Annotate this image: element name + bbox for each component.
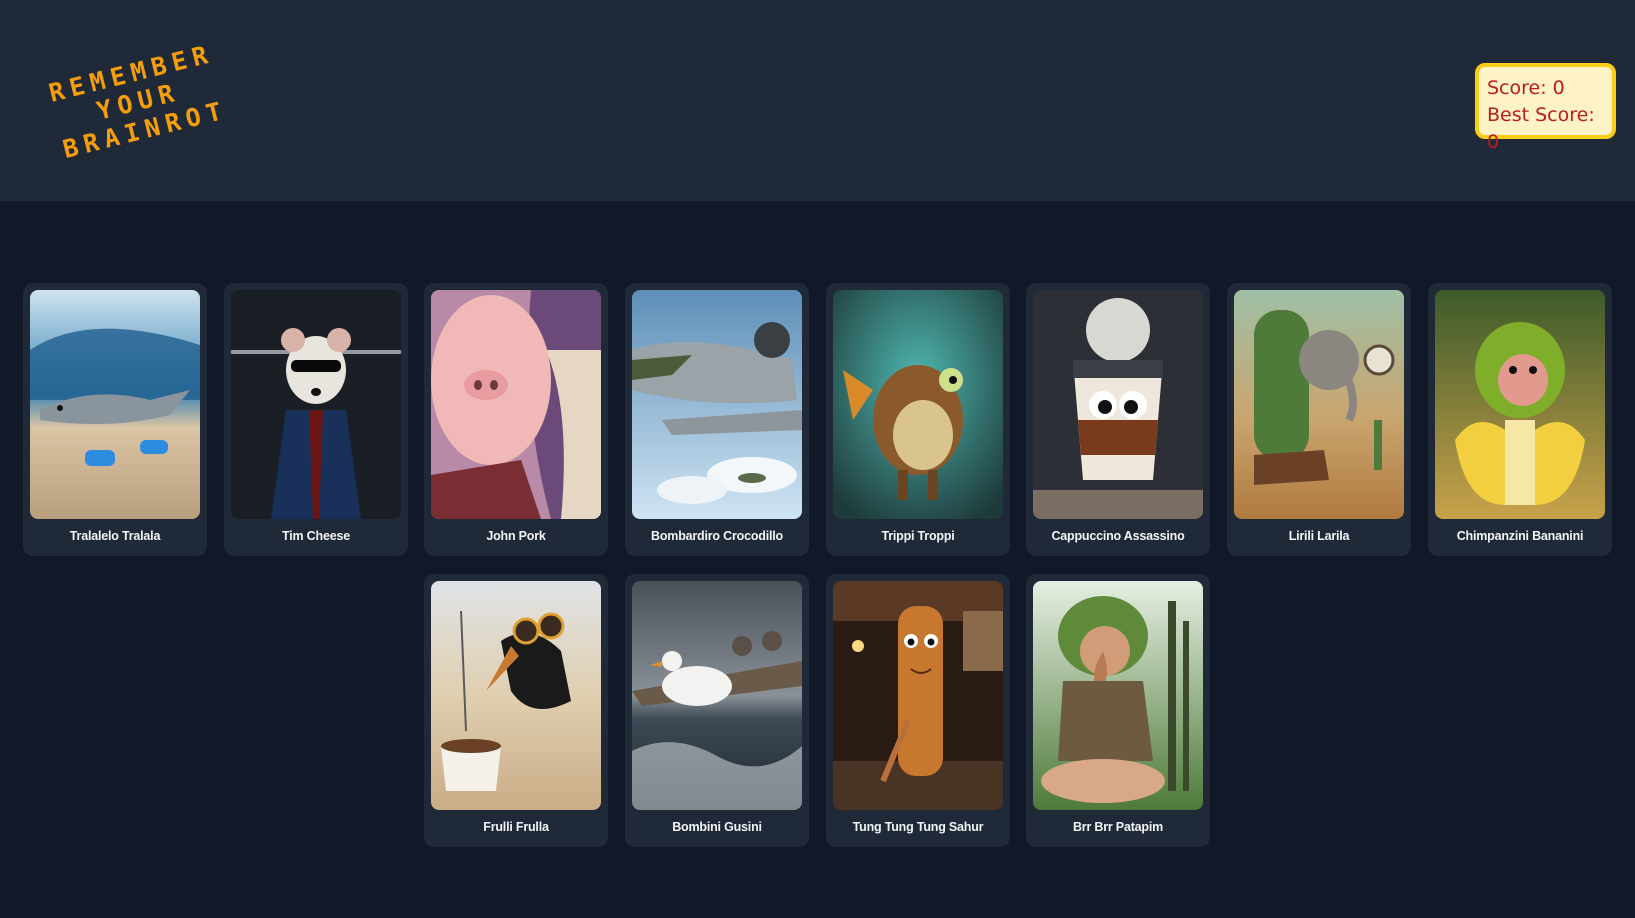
card-trippi-troppi[interactable]: Trippi Troppi	[826, 283, 1010, 556]
card-name: Lirili Larila	[1288, 529, 1350, 543]
card-frulli-frulla[interactable]: Frulli Frulla	[424, 574, 608, 847]
game-logo: REMEMBER YOUR BRAINROT	[16, 11, 261, 190]
card-cappuccino-assassino[interactable]: Cappuccino Assassino	[1026, 283, 1210, 556]
card-lirili-larila[interactable]: Lirili Larila	[1227, 283, 1411, 556]
card-name: Chimpanzini Bananini	[1456, 529, 1584, 543]
best-score-label: Best Score: 0	[1487, 104, 1595, 153]
header: REMEMBER YOUR BRAINROT Score: 0 Best Sco…	[0, 0, 1635, 201]
card-image-goose-plane	[632, 581, 802, 810]
card-name: Trippi Troppi	[881, 529, 955, 543]
card-name: Frulli Frulla	[483, 820, 549, 834]
card-image-pig	[431, 290, 601, 519]
card-name: Tung Tung Tung Sahur	[852, 820, 984, 834]
card-image-monkey-banana	[1435, 290, 1605, 519]
score-label: Score: 0	[1487, 77, 1565, 99]
card-chimpanzini-bananini[interactable]: Chimpanzini Bananini	[1428, 283, 1612, 556]
card-tralalelo-tralala[interactable]: Tralalelo Tralala	[23, 283, 207, 556]
card-image-coffee-cup	[1033, 290, 1203, 519]
card-image-rat	[231, 290, 401, 519]
card-name: Tralalelo Tralala	[69, 529, 161, 543]
card-name: Bombini Gusini	[672, 820, 762, 834]
card-image-fish	[833, 290, 1003, 519]
card-bombini-gusini[interactable]: Bombini Gusini	[625, 574, 809, 847]
card-bombardiro-crocodillo[interactable]: Bombardiro Crocodillo	[625, 283, 809, 556]
card-name: Cappuccino Assassino	[1051, 529, 1185, 543]
score-panel: Score: 0 Best Score: 0	[1475, 63, 1616, 153]
card-image-tree-creature	[1033, 581, 1203, 810]
card-name: Brr Brr Patapim	[1072, 820, 1164, 834]
card-image-wooden-figure	[833, 581, 1003, 810]
card-image-shark	[30, 290, 200, 519]
card-name: Bombardiro Crocodillo	[651, 529, 783, 543]
card-brr-brr-patapim[interactable]: Brr Brr Patapim	[1026, 574, 1210, 847]
card-image-bird	[431, 581, 601, 810]
card-image-cactus-elephant	[1234, 290, 1404, 519]
card-tim-cheese[interactable]: Tim Cheese	[224, 283, 408, 556]
card-john-pork[interactable]: John Pork	[424, 283, 608, 556]
card-name: Tim Cheese	[282, 529, 350, 543]
card-name: John Pork	[486, 529, 546, 543]
card-tung-tung-tung-sahur[interactable]: Tung Tung Tung Sahur	[826, 574, 1010, 847]
card-image-crocodile-plane	[632, 290, 802, 519]
